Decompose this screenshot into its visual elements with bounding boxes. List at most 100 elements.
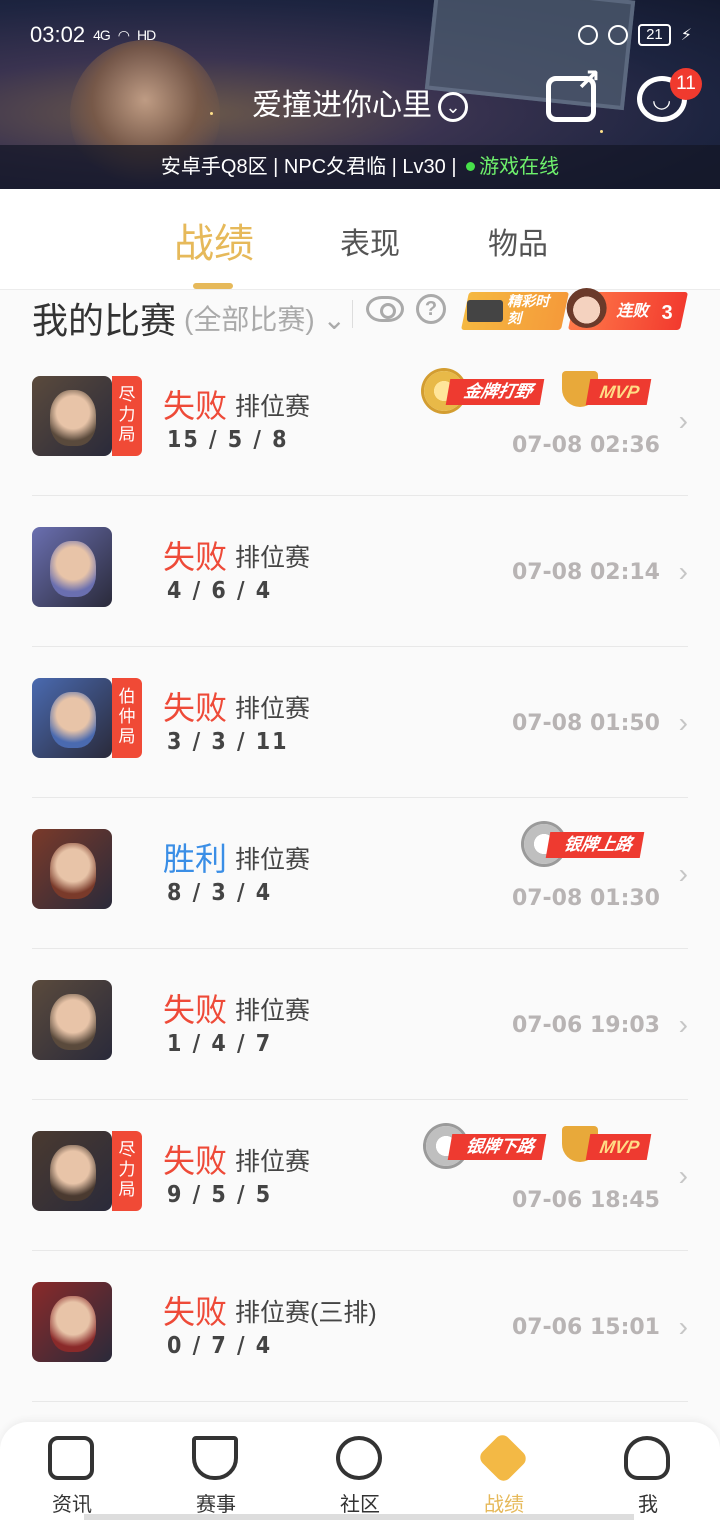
- match-mode: 排位赛: [235, 544, 311, 572]
- match-time: 07-08 01:30: [511, 886, 660, 911]
- match-kda: 3 / 3 / 11: [167, 729, 289, 755]
- medal-label: 金牌打野: [445, 379, 545, 405]
- star-decoration: [600, 130, 603, 133]
- match-row[interactable]: 失败 排位赛 4 / 6 / 4 07-08 02:14 ›: [32, 496, 688, 647]
- match-time: 07-08 02:14: [511, 560, 660, 585]
- losing-streak-badge[interactable]: 连败 3: [566, 288, 689, 330]
- nav-profile[interactable]: 我: [576, 1422, 720, 1520]
- section-title: 我的比赛: [32, 300, 177, 341]
- server-info: 安卓手Q8区 | NPC夂君临 | Lv30 |: [160, 156, 457, 178]
- highlight-label: 精彩时刻: [507, 293, 550, 326]
- chevron-right-icon: ›: [678, 858, 688, 889]
- share-icon[interactable]: [546, 63, 601, 122]
- match-mode: 排位赛: [235, 1148, 311, 1176]
- medal-label: 银牌上路: [545, 832, 645, 858]
- help-icon[interactable]: ?: [416, 294, 446, 324]
- highlight-moments-button[interactable]: 精彩时刻: [460, 292, 570, 330]
- match-tag: 尽力局: [112, 1131, 142, 1211]
- nav-records[interactable]: 战绩: [432, 1422, 576, 1520]
- hero-portrait: [50, 1145, 96, 1201]
- match-time: 07-06 18:45: [511, 1188, 660, 1213]
- match-result: 失败: [163, 539, 228, 575]
- character-avatar-icon: [566, 288, 607, 328]
- record-icon: [476, 1431, 530, 1485]
- nav-label: 战绩: [484, 1494, 524, 1516]
- message-badge: 11: [670, 68, 702, 100]
- hero-portrait: [50, 994, 96, 1050]
- nav-news[interactable]: 资讯: [0, 1422, 144, 1520]
- status-icons: 21 ⚡: [578, 24, 692, 46]
- chevron-down-icon: ⌄: [438, 92, 468, 123]
- nav-label: 资讯: [52, 1494, 92, 1516]
- hero-avatar: [32, 376, 112, 456]
- hero-avatar: [32, 1282, 112, 1362]
- tab-performance[interactable]: 表现: [340, 219, 400, 263]
- match-kda: 8 / 3 / 4: [167, 880, 273, 906]
- match-result: 失败: [163, 992, 228, 1028]
- match-result: 失败: [163, 690, 228, 726]
- match-time: 07-08 01:50: [511, 711, 660, 736]
- match-mode: 排位赛: [235, 695, 311, 723]
- match-time: 07-08 02:36: [511, 433, 660, 458]
- wifi-icon: ◠: [117, 26, 130, 43]
- match-result: 胜利: [163, 841, 228, 877]
- nav-events[interactable]: 赛事: [144, 1422, 288, 1520]
- hero-portrait: [50, 390, 96, 446]
- match-row[interactable]: 胜利 排位赛 8 / 3 / 4 银牌上路 07-08 01:30 ›: [32, 798, 688, 949]
- medal-label: 银牌下路: [447, 1134, 547, 1160]
- nav-community[interactable]: 社区: [288, 1422, 432, 1520]
- match-mode: 排位赛(三排): [235, 1299, 377, 1327]
- nav-label: 我: [638, 1494, 658, 1516]
- nav-label: 赛事: [196, 1494, 236, 1516]
- match-time: 07-06 15:01: [511, 1315, 660, 1340]
- streak-label: 连败: [616, 303, 649, 320]
- match-kda: 9 / 5 / 5: [167, 1182, 273, 1208]
- mvp-label: MVP: [585, 1134, 652, 1160]
- hd-label: HD: [136, 27, 156, 43]
- chevron-right-icon: ›: [678, 1311, 688, 1342]
- tab-indicator: [193, 283, 233, 289]
- chevron-right-icon: ›: [678, 1160, 688, 1191]
- match-result: 失败: [163, 1294, 228, 1330]
- match-kda: 1 / 4 / 7: [167, 1031, 273, 1057]
- account-switcher[interactable]: 爱撞进你心里 ⌄: [0, 80, 720, 124]
- hero-avatar: [32, 829, 112, 909]
- hero-avatar: [32, 1131, 112, 1211]
- status-time: 03:02: [30, 22, 86, 47]
- trophy-icon: [192, 1436, 238, 1480]
- match-row[interactable]: 尽力局 失败 排位赛 9 / 5 / 5 银牌下路 MVP 07-06 18:4…: [32, 1100, 688, 1251]
- match-row[interactable]: 失败 排位赛(三排) 0 / 7 / 4 07-06 15:01 ›: [32, 1251, 688, 1402]
- community-icon: [336, 1436, 382, 1480]
- profile-icon: [624, 1436, 670, 1480]
- hero-portrait: [50, 541, 96, 597]
- match-mode: 排位赛: [235, 997, 311, 1025]
- match-section-header: 我的比赛 (全部比赛) ⌄ ? 精彩时刻 连败 3: [32, 288, 692, 342]
- username: 爱撞进你心里: [252, 89, 432, 122]
- hero-portrait: [50, 843, 96, 899]
- match-time: 07-06 19:03: [511, 1013, 660, 1038]
- nav-label: 社区: [340, 1494, 380, 1516]
- match-kda: 4 / 6 / 4: [167, 578, 273, 604]
- match-mode: 排位赛: [235, 846, 311, 874]
- tab-items[interactable]: 物品: [488, 219, 548, 263]
- match-filter-dropdown[interactable]: (全部比赛) ⌄: [184, 298, 346, 338]
- server-info-bar: 安卓手Q8区 | NPC夂君临 | Lv30 | 游戏在线: [0, 145, 720, 189]
- chevron-right-icon: ›: [678, 707, 688, 738]
- chevron-right-icon: ›: [678, 556, 688, 587]
- divider: [352, 300, 353, 328]
- match-row[interactable]: 伯仲局 失败 排位赛 3 / 3 / 11 07-08 01:50 ›: [32, 647, 688, 798]
- match-row[interactable]: 失败 排位赛 1 / 4 / 7 07-06 19:03 ›: [32, 949, 688, 1100]
- tab-bar: 战绩 表现 物品: [0, 189, 720, 290]
- eye-icon[interactable]: [366, 296, 404, 322]
- chevron-down-icon: ⌄: [322, 304, 346, 335]
- tab-records[interactable]: 战绩: [174, 211, 254, 269]
- match-row[interactable]: 尽力局 失败 排位赛 15 / 5 / 8 金牌打野 MVP 07-08 02:…: [32, 345, 688, 496]
- home-indicator: [84, 1514, 634, 1520]
- alarm-icon: [608, 25, 629, 45]
- hero-avatar: [32, 678, 112, 758]
- online-dot-icon: [466, 162, 476, 172]
- filter-label: (全部比赛): [184, 304, 315, 335]
- network-type: 4G: [93, 27, 111, 43]
- match-tag: 伯仲局: [112, 678, 142, 758]
- hero-portrait: [50, 692, 96, 748]
